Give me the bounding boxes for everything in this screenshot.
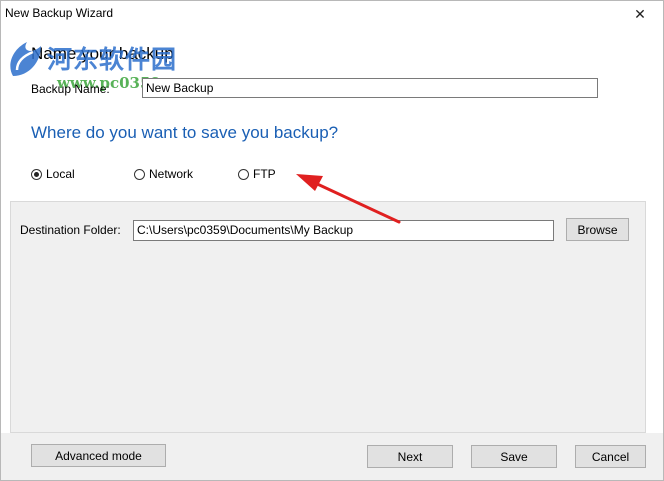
- radio-ftp-label: FTP: [253, 167, 276, 181]
- close-icon: ✕: [634, 5, 646, 22]
- destination-question: Where do you want to save you backup?: [31, 123, 339, 142]
- footer-area: Advanced mode Next Save Cancel: [1, 433, 663, 480]
- close-button[interactable]: ✕: [617, 1, 663, 27]
- backup-name-input[interactable]: New Backup: [142, 78, 598, 98]
- radio-local-circle[interactable]: [31, 168, 42, 180]
- radio-selected-dot: [34, 171, 39, 177]
- backup-name-label: Backup Name:: [31, 82, 110, 96]
- backup-wizard-window: New Backup Wizard ✕ Name your backup 河东软…: [0, 0, 664, 481]
- radio-local[interactable]: Local: [31, 167, 75, 181]
- cancel-button[interactable]: Cancel: [575, 445, 646, 468]
- radio-ftp-circle[interactable]: [238, 168, 249, 180]
- watermark-logo-icon: [10, 42, 41, 76]
- wizard-content: Name your backup 河东软件园 www.pc0359.cn Bac…: [1, 27, 663, 480]
- radio-network[interactable]: Network: [134, 167, 193, 181]
- radio-network-circle[interactable]: [134, 168, 145, 180]
- next-button[interactable]: Next: [367, 445, 453, 468]
- advanced-mode-button[interactable]: Advanced mode: [31, 444, 166, 467]
- radio-local-label: Local: [46, 167, 75, 181]
- destination-folder-input[interactable]: C:\Users\pc0359\Documents\My Backup: [133, 220, 554, 241]
- save-button[interactable]: Save: [471, 445, 557, 468]
- title-bar[interactable]: New Backup Wizard ✕: [1, 1, 663, 27]
- radio-network-label: Network: [149, 167, 194, 181]
- destination-panel: Destination Folder: C:\Users\pc0359\Docu…: [10, 201, 646, 433]
- watermark-brand: 河东软件园: [47, 45, 178, 74]
- window-title: New Backup Wizard: [5, 6, 114, 20]
- browse-button[interactable]: Browse: [566, 218, 629, 241]
- radio-ftp[interactable]: FTP: [238, 167, 276, 181]
- destination-folder-label: Destination Folder:: [20, 223, 121, 237]
